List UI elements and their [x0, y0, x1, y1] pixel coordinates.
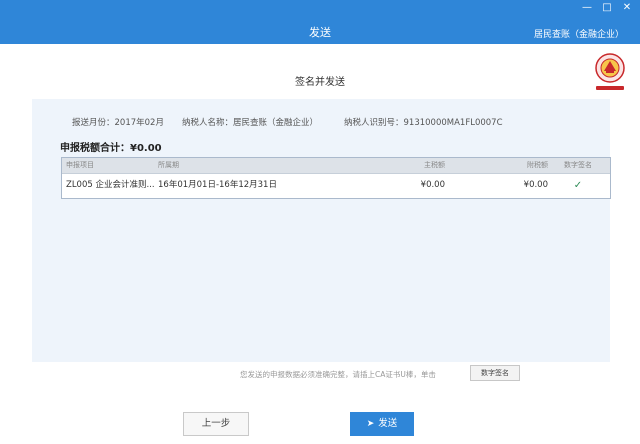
- row-main-tax: ¥0.00: [420, 180, 445, 190]
- header-main-tax: 主税额: [424, 161, 445, 169]
- taxpayer-name: 纳税人名称：居民查账（金融企业）: [182, 118, 319, 128]
- row-item: ZL005 企业会计准则...: [66, 180, 155, 190]
- window-controls: — □ ✕: [582, 3, 632, 13]
- header-item: 申报项目: [66, 161, 94, 169]
- minimize-icon[interactable]: —: [582, 3, 592, 13]
- hint-text: 您发送的申报数据必须准确完整，请插上CA证书U棒，单击: [240, 370, 436, 379]
- row-addl-tax: ¥0.00: [523, 180, 548, 190]
- header-period: 所属期: [158, 161, 179, 169]
- page-title: 签名并发送: [295, 77, 345, 88]
- send-button[interactable]: ➤ 发送: [350, 412, 414, 436]
- digital-sign-button[interactable]: 数字签名: [470, 365, 520, 381]
- report-month: 报送月份：2017年02月: [72, 118, 164, 128]
- table-row[interactable]: ZL005 企业会计准则... 16年01月01日-16年12月31日 ¥0.0…: [62, 174, 610, 198]
- paper-plane-icon: ➤: [366, 419, 375, 429]
- row-period: 16年01月01日-16年12月31日: [158, 180, 277, 190]
- maximize-icon[interactable]: □: [602, 3, 612, 13]
- check-icon: ✓: [573, 180, 583, 191]
- send-button-label: 发送: [378, 418, 398, 429]
- close-icon[interactable]: ✕: [622, 3, 632, 13]
- tax-total-label: 申报税额合计：: [60, 143, 130, 154]
- header-signature: 数字签名: [564, 161, 592, 169]
- user-label: 居民查账（金融企业）: [533, 30, 624, 40]
- tax-total-amount: ¥0.00: [130, 143, 162, 154]
- title-bar: — □ ✕ 发送 居民查账（金融企业）: [0, 0, 640, 44]
- taxpayer-id: 纳税人识别号：91310000MA1FL0007C: [344, 118, 503, 128]
- tax-bureau-emblem-icon: [595, 53, 625, 90]
- prev-step-button[interactable]: 上一步: [183, 412, 249, 436]
- header-addl-tax: 附税额: [527, 161, 548, 169]
- content-panel: 报送月份：2017年02月 纳税人名称：居民查账（金融企业） 纳税人识别号：91…: [32, 99, 611, 362]
- declaration-table: 申报项目 所属期 主税额 附税额 数字签名 ZL005 企业会计准则... 16…: [61, 157, 611, 199]
- table-header: 申报项目 所属期 主税额 附税额 数字签名: [62, 158, 610, 174]
- tax-total: 申报税额合计：¥0.00: [60, 139, 162, 154]
